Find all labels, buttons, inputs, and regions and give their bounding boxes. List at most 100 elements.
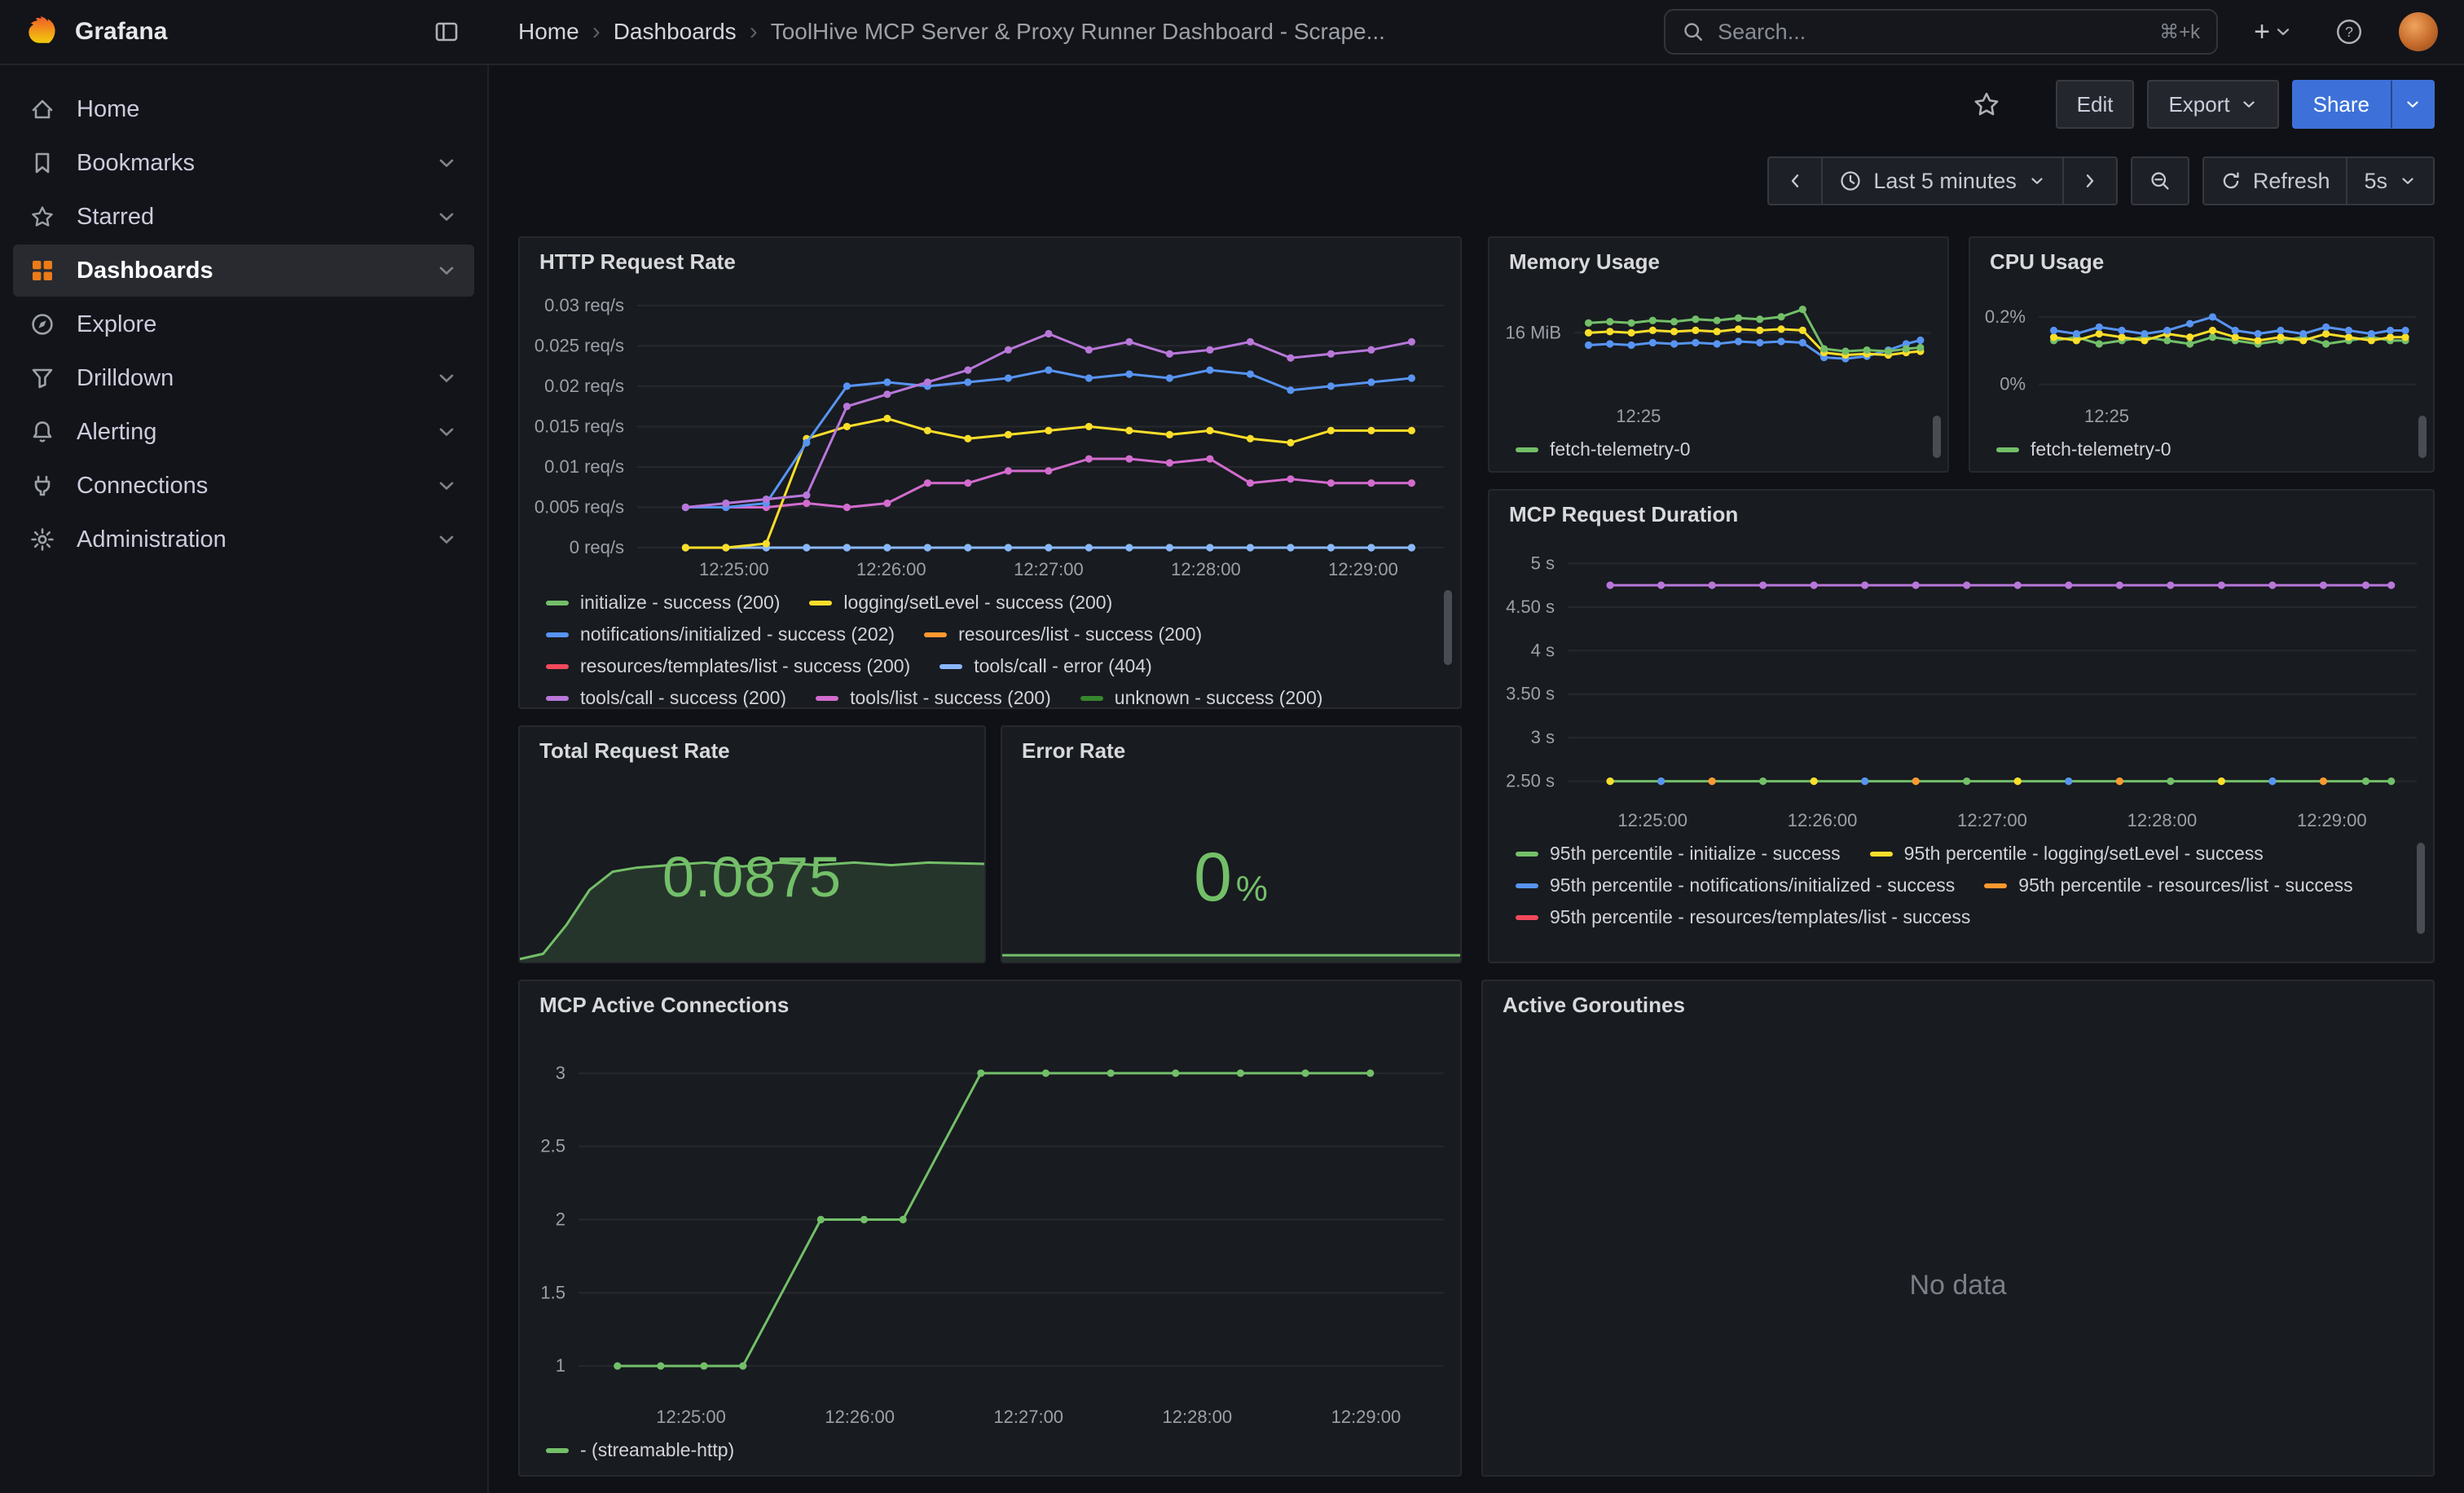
legend-scrollbar[interactable] — [1444, 590, 1452, 665]
share-menu-button[interactable] — [2391, 80, 2435, 129]
edit-label: Edit — [2077, 92, 2114, 117]
sidebar-item-explore[interactable]: Explore — [13, 298, 474, 350]
share-split-button: Share — [2292, 80, 2435, 129]
breadcrumb-separator-icon: › — [750, 18, 758, 46]
legend-swatch — [924, 632, 947, 637]
zoom-out-icon — [2149, 170, 2171, 192]
chevron-down-icon[interactable] — [435, 421, 458, 443]
chevron-down-icon[interactable] — [435, 205, 458, 228]
legend-swatch — [1080, 696, 1103, 701]
legend-label: tools/call - error (404) — [974, 655, 1152, 677]
sidebar-item-dashboards[interactable]: Dashboards — [13, 244, 474, 297]
legend-item[interactable]: fetch-telemetry-0 — [1996, 438, 2171, 460]
svg-text:12:29:00: 12:29:00 — [1328, 559, 1398, 579]
panel-title[interactable]: HTTP Request Rate — [520, 238, 1460, 280]
panel-title[interactable]: Error Rate — [1002, 727, 1460, 769]
legend-item[interactable]: 95th percentile - resources/list - succe… — [1984, 874, 2352, 896]
export-button[interactable]: Export — [2147, 80, 2278, 129]
legend-item[interactable]: initialize - success (200) — [546, 592, 780, 614]
sidebar-item-label: Home — [77, 96, 139, 123]
svg-text:12:25:00: 12:25:00 — [1617, 810, 1687, 830]
mega-menu-toggle-icon[interactable] — [427, 12, 466, 51]
legend-item[interactable]: tools/list - success (200) — [816, 687, 1051, 707]
chevron-down-icon[interactable] — [435, 152, 458, 174]
panel-title[interactable]: Active Goroutines — [1483, 981, 2433, 1024]
legend-item[interactable]: tools/call - error (404) — [939, 655, 1152, 677]
sidebar-item-starred[interactable]: Starred — [13, 191, 474, 243]
svg-text:12:26:00: 12:26:00 — [825, 1407, 895, 1427]
legend-item[interactable]: 95th percentile - initialize - success — [1516, 843, 1841, 865]
chevron-down-icon[interactable] — [435, 367, 458, 390]
time-shift-back-button[interactable] — [1767, 156, 1823, 205]
mcp-request-duration-chart[interactable]: 5 s4.50 s4 s3.50 s3 s2.50 s12:25:0012:26… — [1489, 533, 2433, 835]
chevron-down-icon[interactable] — [435, 528, 458, 551]
legend-item[interactable]: 95th percentile - resources/templates/li… — [1516, 906, 1970, 928]
legend-label: 95th percentile - resources/templates/li… — [1550, 906, 1970, 928]
sidebar-item-bookmarks[interactable]: Bookmarks — [13, 137, 474, 189]
legend-label: logging/setLevel - success (200) — [843, 592, 1112, 614]
legend-item[interactable]: unknown - success (200) — [1080, 687, 1323, 707]
sidebar-item-administration[interactable]: Administration — [13, 513, 474, 566]
chevron-down-icon — [2404, 95, 2422, 113]
breadcrumb: Home›Dashboards›ToolHive MCP Server & Pr… — [518, 18, 1385, 46]
panel-title[interactable]: CPU Usage — [1970, 238, 2433, 280]
panel-title[interactable]: Total Request Rate — [520, 727, 984, 769]
legend-item[interactable]: 95th percentile - logging/setLevel - suc… — [1870, 843, 2264, 865]
memory-usage-chart[interactable]: 16 MiB12:25 — [1489, 280, 1947, 430]
add-new-button[interactable]: + — [2247, 11, 2299, 52]
legend-swatch — [546, 664, 569, 669]
panel-title[interactable]: Memory Usage — [1489, 238, 1947, 280]
panel-title[interactable]: MCP Request Duration — [1489, 491, 2433, 533]
svg-text:1: 1 — [556, 1355, 565, 1376]
svg-text:0.01 req/s: 0.01 req/s — [544, 456, 624, 477]
legend-item[interactable]: tools/call - success (200) — [546, 687, 786, 707]
share-button[interactable]: Share — [2292, 80, 2391, 129]
legend-item[interactable]: logging/setLevel - success (200) — [809, 592, 1112, 614]
chevron-down-icon[interactable] — [435, 474, 458, 497]
favorite-star-icon[interactable] — [1966, 84, 2007, 125]
svg-text:12:28:00: 12:28:00 — [1171, 559, 1241, 579]
legend-item[interactable]: 95th percentile - notifications/initiali… — [1516, 874, 1955, 896]
svg-text:0.015 req/s: 0.015 req/s — [535, 416, 624, 436]
breadcrumb-separator-icon: › — [592, 18, 601, 46]
cpu-usage-chart[interactable]: 0.2%0%12:25 — [1970, 280, 2433, 430]
time-range-group: Last 5 minutes — [1767, 156, 2118, 205]
panel-title[interactable]: MCP Active Connections — [520, 981, 1460, 1024]
legend-item[interactable]: fetch-telemetry-0 — [1516, 438, 1691, 460]
svg-text:2.50 s: 2.50 s — [1506, 771, 1555, 791]
help-button[interactable]: ? — [2329, 11, 2369, 52]
breadcrumb-item[interactable]: Home — [518, 19, 579, 45]
sidebar-item-connections[interactable]: Connections — [13, 460, 474, 512]
breadcrumb-item[interactable]: Dashboards — [614, 19, 737, 45]
panel-scrollbar[interactable] — [2418, 416, 2427, 458]
refresh-icon — [2220, 170, 2242, 192]
grafana-logo-icon[interactable] — [23, 14, 59, 50]
time-range-picker[interactable]: Last 5 minutes — [1823, 156, 2064, 205]
export-label: Export — [2168, 92, 2229, 117]
legend-scrollbar[interactable] — [2417, 843, 2425, 934]
edit-button[interactable]: Edit — [2056, 80, 2135, 129]
search-input[interactable]: Search... ⌘+k — [1664, 9, 2218, 55]
refresh-interval-picker[interactable]: 5s — [2347, 156, 2435, 205]
panel-scrollbar[interactable] — [1933, 416, 1941, 458]
sidebar-item-home[interactable]: Home — [13, 83, 474, 135]
error-rate-sparkline — [1002, 913, 1460, 962]
refresh-button[interactable]: Refresh — [2202, 156, 2348, 205]
zoom-out-button[interactable] — [2131, 156, 2189, 205]
legend-item[interactable]: notifications/initialized - success (202… — [546, 623, 895, 645]
mcp-active-connections-chart[interactable]: 32.521.5112:25:0012:26:0012:27:0012:28:0… — [520, 1024, 1460, 1431]
chevron-down-icon[interactable] — [435, 259, 458, 282]
legend-item[interactable]: resources/templates/list - success (200) — [546, 655, 910, 677]
sidebar-item-alerting[interactable]: Alerting — [13, 406, 474, 458]
sidebar-item-drilldown[interactable]: Drilldown — [13, 352, 474, 404]
panel-error-rate: Error Rate 0% — [1001, 725, 1462, 963]
search-shortcut: ⌘+k — [2159, 20, 2200, 44]
legend-item[interactable]: - (streamable-http) — [546, 1439, 734, 1461]
legend-item[interactable]: resources/list - success (200) — [924, 623, 1202, 645]
http-request-rate-chart[interactable]: 0.03 req/s0.025 req/s0.02 req/s0.015 req… — [520, 280, 1460, 584]
legend-label: tools/call - success (200) — [580, 687, 786, 707]
http-legend: initialize - success (200) logging/setLev… — [520, 584, 1460, 707]
user-avatar[interactable] — [2399, 12, 2438, 51]
time-shift-forward-button[interactable] — [2064, 156, 2118, 205]
svg-text:2.5: 2.5 — [540, 1136, 565, 1156]
